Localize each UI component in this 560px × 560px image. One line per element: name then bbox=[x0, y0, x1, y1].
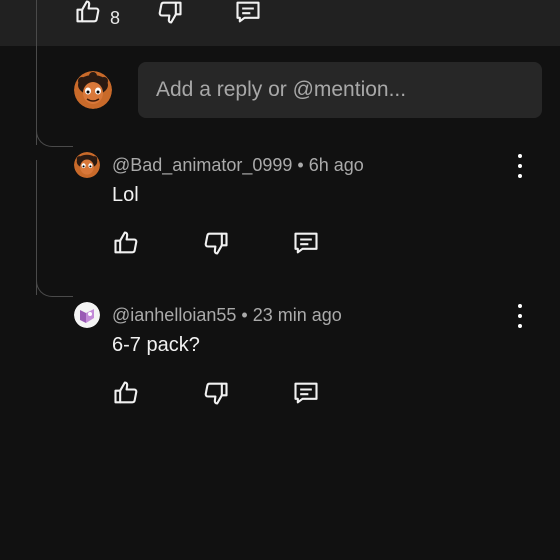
like-icon bbox=[74, 0, 102, 26]
more-options-button[interactable] bbox=[510, 154, 530, 178]
comment-meta: @Bad_animator_0999 • 6h ago bbox=[112, 155, 364, 176]
comment-header: @ianhelloian55 • 23 min ago bbox=[74, 302, 544, 328]
reply-input[interactable] bbox=[138, 62, 542, 118]
like-icon bbox=[112, 229, 140, 257]
comment-author[interactable]: @Bad_animator_0999 bbox=[112, 155, 292, 175]
thread-line bbox=[36, 0, 37, 145]
meta-separator: • bbox=[297, 154, 309, 175]
reply-comment: @Bad_animator_0999 • 6h ago Lol bbox=[74, 152, 544, 257]
thread-line bbox=[36, 160, 37, 295]
like-button[interactable] bbox=[112, 229, 140, 257]
reply-button[interactable] bbox=[234, 0, 262, 26]
parent-comment-actions-bar: 8 bbox=[0, 0, 560, 46]
dislike-icon bbox=[156, 0, 184, 26]
comment-meta: @ianhelloian55 • 23 min ago bbox=[112, 305, 342, 326]
reply-button[interactable] bbox=[292, 379, 320, 407]
more-vert-icon bbox=[518, 154, 522, 158]
parent-comment-actions: 8 bbox=[74, 0, 262, 29]
thread-connector bbox=[36, 128, 73, 147]
avatar[interactable] bbox=[74, 152, 100, 178]
dislike-button[interactable] bbox=[202, 229, 230, 257]
comment-actions bbox=[112, 229, 544, 257]
reply-comment: @ianhelloian55 • 23 min ago 6-7 pack? bbox=[74, 302, 544, 407]
reply-icon bbox=[234, 0, 262, 26]
dislike-icon bbox=[202, 229, 230, 257]
dislike-icon bbox=[202, 379, 230, 407]
current-user-avatar bbox=[74, 71, 112, 109]
comment-author[interactable]: @ianhelloian55 bbox=[112, 305, 236, 325]
thread-connector bbox=[36, 278, 73, 297]
more-vert-icon bbox=[518, 304, 522, 308]
avatar[interactable] bbox=[74, 302, 100, 328]
reply-icon bbox=[292, 229, 320, 257]
more-options-button[interactable] bbox=[510, 304, 530, 328]
comment-time: 6h ago bbox=[308, 154, 364, 175]
dislike-button[interactable] bbox=[202, 379, 230, 407]
like-count: 8 bbox=[110, 8, 121, 28]
comment-text: Lol bbox=[112, 184, 139, 206]
comment-time: 23 min ago bbox=[252, 304, 342, 325]
like-button[interactable] bbox=[74, 0, 102, 26]
comment-actions bbox=[112, 379, 544, 407]
dislike-button[interactable] bbox=[156, 0, 184, 26]
reply-composer bbox=[74, 62, 542, 118]
reply-button[interactable] bbox=[292, 229, 320, 257]
reply-icon bbox=[292, 379, 320, 407]
comment-text: 6-7 pack? bbox=[112, 334, 200, 356]
like-icon bbox=[112, 379, 140, 407]
meta-separator: • bbox=[241, 304, 253, 325]
like-button[interactable] bbox=[112, 379, 140, 407]
comment-header: @Bad_animator_0999 • 6h ago bbox=[74, 152, 544, 178]
